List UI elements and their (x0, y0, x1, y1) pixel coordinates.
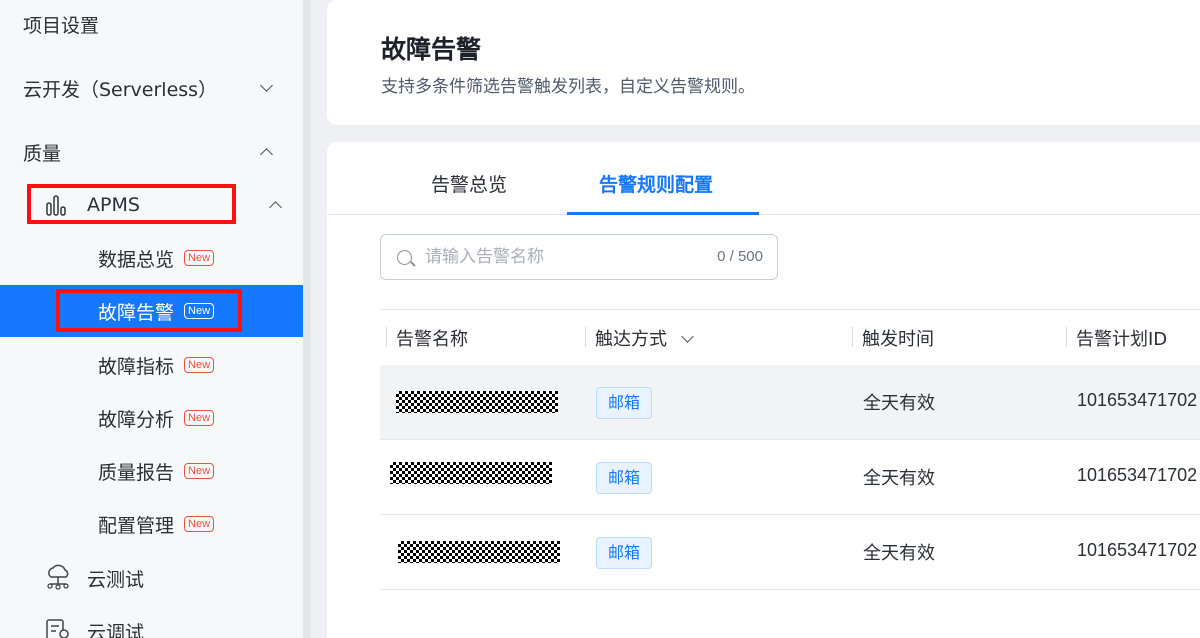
trigger-time-cell: 全天有效 (863, 393, 935, 414)
tabs-divider (327, 214, 1200, 215)
sidebar-item-quality[interactable]: 质量 (0, 126, 303, 178)
main-panel: 告警总览 告警规则配置 0 / 500 告警名称 触达方式 触发时间 告警计划I… (327, 142, 1200, 638)
filter-chevron-icon[interactable] (681, 330, 694, 343)
sidebar-item-data-overview[interactable]: 数据总览 New (0, 232, 303, 284)
table-row[interactable]: 邮箱 全天有效 101653471702 (380, 515, 1200, 590)
channel-tag: 邮箱 (596, 387, 653, 419)
new-badge: New (184, 357, 215, 373)
column-header-plan-id: 告警计划ID (1066, 325, 1167, 351)
sidebar-item-label: 质量 (23, 142, 62, 165)
channel-tag: 邮箱 (596, 462, 653, 494)
tab-alert-rule-config[interactable]: 告警规则配置 (599, 170, 713, 197)
sidebar-item-label: 故障分析 (98, 408, 175, 431)
sidebar-item-config-management[interactable]: 配置管理 New (0, 498, 303, 550)
highlight-box-apms (27, 184, 236, 224)
new-badge: New (184, 410, 215, 426)
sidebar-item-project-settings[interactable]: 项目设置 (0, 0, 303, 48)
new-badge: New (184, 250, 215, 266)
cloud-test-icon (47, 564, 69, 590)
table-row[interactable]: 邮箱 全天有效 101653471702 (380, 365, 1200, 440)
char-counter: 0 / 500 (717, 248, 763, 265)
search-box: 0 / 500 (380, 234, 778, 280)
sidebar-item-label: 配置管理 (98, 514, 175, 537)
sidebar-item-fault-analysis[interactable]: 故障分析 New (0, 392, 303, 444)
chevron-up-icon (269, 201, 282, 214)
redacted-alert-name (398, 541, 560, 563)
new-badge: New (184, 463, 215, 479)
sidebar-item-label: 质量报告 (98, 461, 175, 484)
sidebar: 项目设置 云开发（Serverless） 质量 APMS 数据总览 New 故障… (0, 0, 303, 638)
trigger-time-cell: 全天有效 (863, 543, 935, 564)
search-input[interactable] (423, 246, 697, 268)
active-tab-indicator (567, 212, 759, 215)
search-icon (397, 250, 412, 265)
column-header-alert-name: 告警名称 (386, 325, 468, 351)
new-badge: New (184, 516, 215, 532)
plan-id-cell: 101653471702 (1077, 390, 1198, 410)
sidebar-item-label: 故障指标 (98, 355, 175, 378)
plan-id-cell: 101653471702 (1077, 465, 1198, 485)
table-header: 告警名称 触达方式 触发时间 告警计划ID (380, 309, 1200, 366)
plan-id-cell: 101653471702 (1077, 540, 1198, 560)
tab-alert-overview[interactable]: 告警总览 (431, 170, 507, 197)
sidebar-item-cloud-dev[interactable]: 云开发（Serverless） (0, 62, 303, 114)
sidebar-item-cloud-debug[interactable]: 云调试 (0, 605, 303, 638)
column-header-channel[interactable]: 触达方式 (585, 325, 694, 351)
redacted-alert-name (396, 391, 558, 413)
chevron-up-icon (260, 148, 273, 161)
sidebar-item-label: 云开发（Serverless） (23, 78, 218, 101)
sidebar-item-quality-report[interactable]: 质量报告 New (0, 445, 303, 497)
cloud-debug-icon (46, 619, 69, 638)
page-header: 故障告警 支持多条件筛选告警触发列表，自定义告警规则。 (327, 0, 1200, 125)
trigger-time-cell: 全天有效 (863, 468, 935, 489)
table-row[interactable]: 邮箱 全天有效 101653471702 (380, 440, 1200, 515)
channel-tag: 邮箱 (596, 537, 653, 569)
page-description: 支持多条件筛选告警触发列表，自定义告警规则。 (381, 77, 755, 97)
highlight-box-fault-alert (56, 289, 242, 332)
sidebar-item-fault-metrics[interactable]: 故障指标 New (0, 339, 303, 391)
page-title: 故障告警 (381, 35, 482, 64)
sidebar-item-label: 云调试 (87, 621, 145, 638)
sidebar-item-label: 项目设置 (23, 14, 100, 37)
sidebar-item-label: 数据总览 (98, 248, 175, 271)
column-header-trigger-time: 触发时间 (852, 325, 934, 351)
sidebar-scrollbar[interactable] (303, 0, 311, 638)
sidebar-item-label: 云测试 (87, 568, 145, 591)
chevron-down-icon (260, 79, 273, 92)
sidebar-item-cloud-test[interactable]: 云测试 (0, 552, 303, 604)
redacted-alert-name (390, 462, 552, 484)
